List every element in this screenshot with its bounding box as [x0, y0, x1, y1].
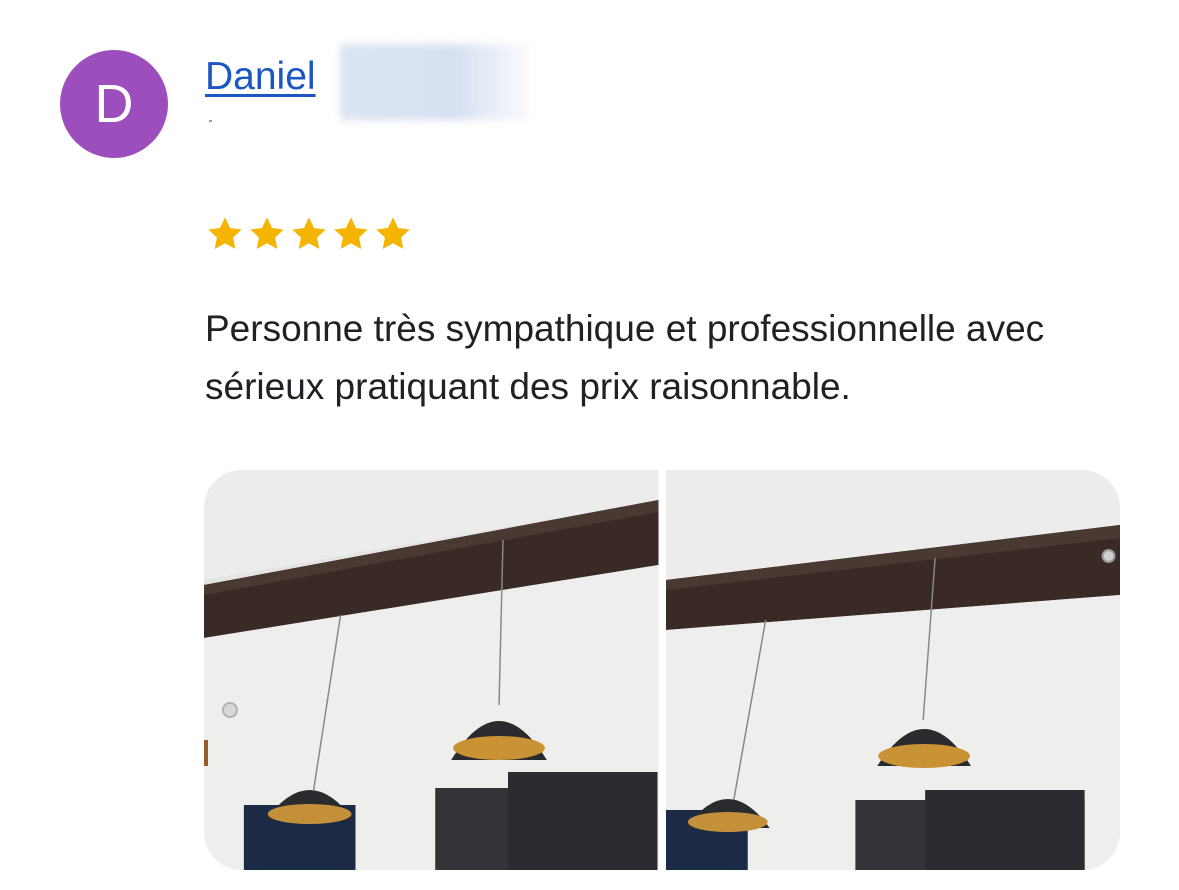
- star-icon: [372, 213, 414, 255]
- star-icon: [288, 213, 330, 255]
- avatar-letter: D: [94, 74, 134, 134]
- star-icon: [204, 213, 246, 255]
- review-photo-2[interactable]: [665, 470, 1120, 870]
- star-icon: [330, 213, 372, 255]
- review-photos: [204, 470, 1120, 870]
- review-text: Personne très sympathique et professionn…: [205, 308, 1045, 407]
- reviewer-meta: [209, 120, 212, 122]
- photo-pendant-lamps-icon: [204, 470, 659, 870]
- star-icon: [246, 213, 288, 255]
- avatar[interactable]: D: [60, 50, 168, 158]
- photo-pendant-lamps-icon: [665, 470, 1120, 870]
- review-photo-1[interactable]: [204, 470, 659, 870]
- star-rating: [204, 213, 414, 255]
- author-name-link[interactable]: Daniel: [205, 55, 316, 99]
- review-card: D Daniel Personne très sympathique et pr…: [0, 0, 1179, 890]
- author-name-redaction: [340, 44, 530, 120]
